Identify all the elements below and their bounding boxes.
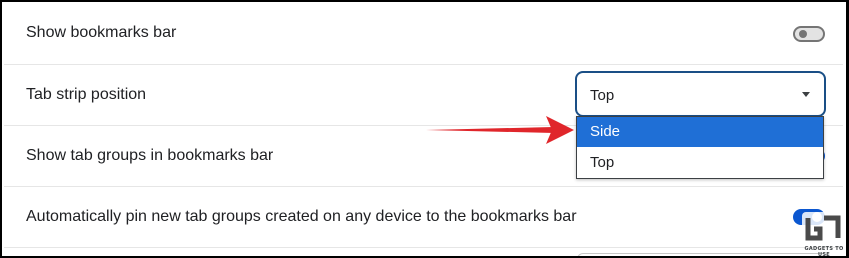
arrow-shaft (426, 127, 554, 133)
tab-strip-position-options: Side Top (576, 116, 824, 179)
red-arrow-icon (426, 116, 574, 144)
setting-label: Tab strip position (26, 86, 147, 103)
gadgets-to-use-watermark: GADGETS TO USE (798, 210, 846, 258)
setting-label: Show bookmarks bar (26, 24, 177, 41)
select-current-value: Top (590, 87, 615, 104)
watermark-text: GADGETS TO USE (804, 246, 844, 258)
option-side[interactable]: Side (577, 117, 823, 147)
option-top[interactable]: Top (577, 148, 823, 178)
tab-strip-position-select[interactable]: Top (575, 71, 826, 117)
setting-row-show-bookmarks-bar: Show bookmarks bar (4, 2, 843, 65)
settings-panel: Show bookmarks bar Tab strip position Sh… (0, 0, 849, 258)
gadgets-to-use-logo-icon (802, 212, 844, 244)
setting-label: Show tab groups in bookmarks bar (26, 147, 274, 164)
setting-label: Automatically pin new tab groups created… (26, 208, 577, 225)
show-bookmarks-bar-toggle[interactable] (793, 26, 825, 42)
setting-row-auto-pin-tab-groups: Automatically pin new tab groups created… (4, 186, 843, 248)
toggle-knob (799, 30, 807, 38)
next-row-control-edge (577, 253, 829, 256)
chevron-down-icon[interactable] (802, 92, 810, 97)
